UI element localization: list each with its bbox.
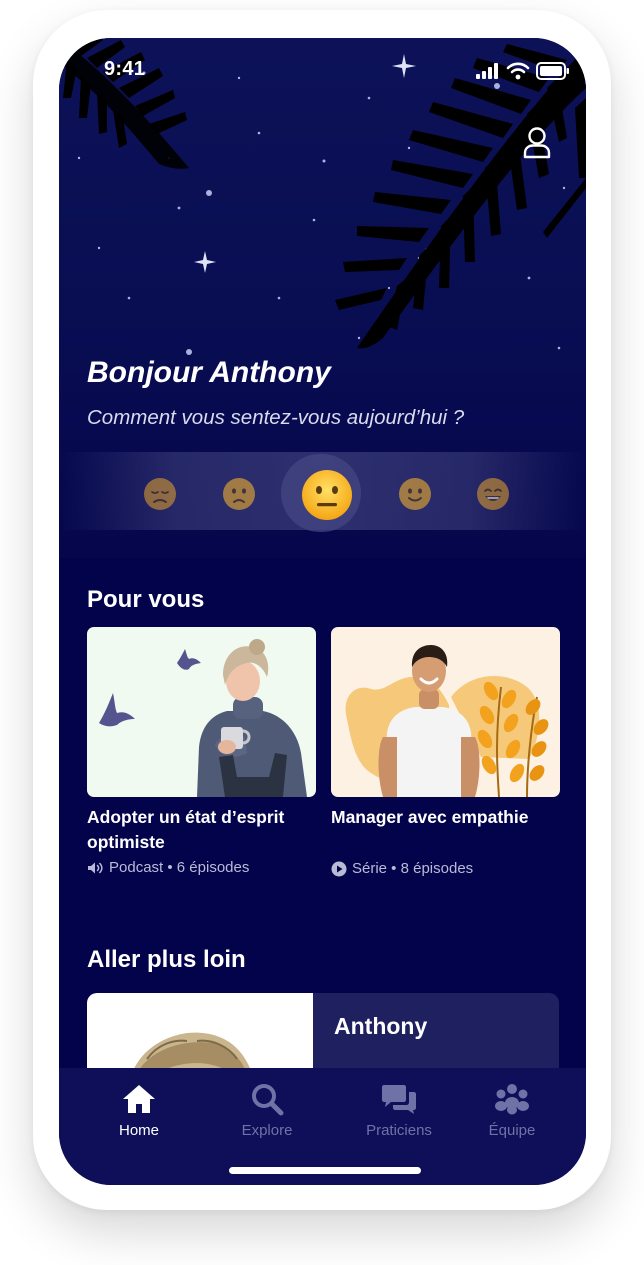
cellular-signal-icon (476, 63, 498, 79)
tab-label: Équipe (488, 1122, 536, 1139)
user-icon (523, 127, 551, 159)
card-thumbnail-optimism (87, 627, 316, 797)
section-title-go-further: Aller plus loin (87, 946, 246, 973)
go-further-name: Anthony (334, 1013, 428, 1039)
section-title-for-you: Pour vous (87, 586, 205, 613)
home-icon (123, 1085, 155, 1113)
slightly-frowning-face-icon (223, 478, 255, 510)
card-meta-text: Série • 8 épisodes (352, 860, 474, 877)
woman-with-mug-illustration (99, 639, 307, 797)
search-icon (252, 1084, 284, 1116)
chat-bubbles-icon (382, 1085, 416, 1114)
greeting-title: Bonjour Anthony (87, 356, 331, 389)
wifi-icon (506, 62, 530, 80)
tab-practitioners[interactable]: Praticiens (339, 1068, 459, 1158)
smiling-man-illustration (345, 645, 549, 797)
mood-question: Comment vous sentez-vous aujourd’hui ? (87, 406, 465, 429)
status-time: 9:41 (104, 58, 146, 80)
tab-label: Home (118, 1122, 159, 1139)
battery-icon (536, 62, 569, 80)
sad-face-icon (144, 478, 176, 510)
neutral-face-icon (302, 470, 352, 520)
speaker-icon (88, 862, 103, 873)
mood-slightly-smiling-button[interactable] (398, 477, 432, 511)
grinning-face-icon (477, 478, 509, 510)
tab-label: Praticiens (366, 1122, 432, 1139)
profile-button[interactable] (521, 126, 553, 160)
tab-home[interactable]: Home (79, 1068, 199, 1158)
card-title: Manager avec empathie (331, 807, 529, 827)
play-circle-icon (331, 861, 347, 876)
slightly-smiling-face-icon (399, 478, 431, 510)
card-meta-text: Podcast • 6 épisodes (109, 859, 250, 876)
home-indicator[interactable] (229, 1167, 421, 1174)
mood-sad-button[interactable] (143, 477, 177, 511)
mood-slightly-frowning-button[interactable] (222, 477, 256, 511)
tab-team[interactable]: Équipe (452, 1068, 572, 1158)
app-screen: 9:41 Bonjour Anthony Comment vous sentez… (59, 38, 586, 1185)
card-thumbnail-empathy (331, 627, 560, 797)
tab-explore[interactable]: Explore (207, 1068, 327, 1158)
mood-neutral-button[interactable] (301, 469, 353, 521)
card-title: Adopter un état d’esprit optimiste (87, 807, 285, 852)
card-meta: Série • 8 épisodes (331, 860, 560, 877)
status-bar: 9:41 (59, 38, 586, 98)
card-meta: Podcast • 6 épisodes (87, 859, 316, 876)
mood-grinning-button[interactable] (476, 477, 510, 511)
tab-label: Explore (241, 1122, 293, 1139)
team-icon (495, 1084, 529, 1115)
status-icons (476, 62, 570, 80)
